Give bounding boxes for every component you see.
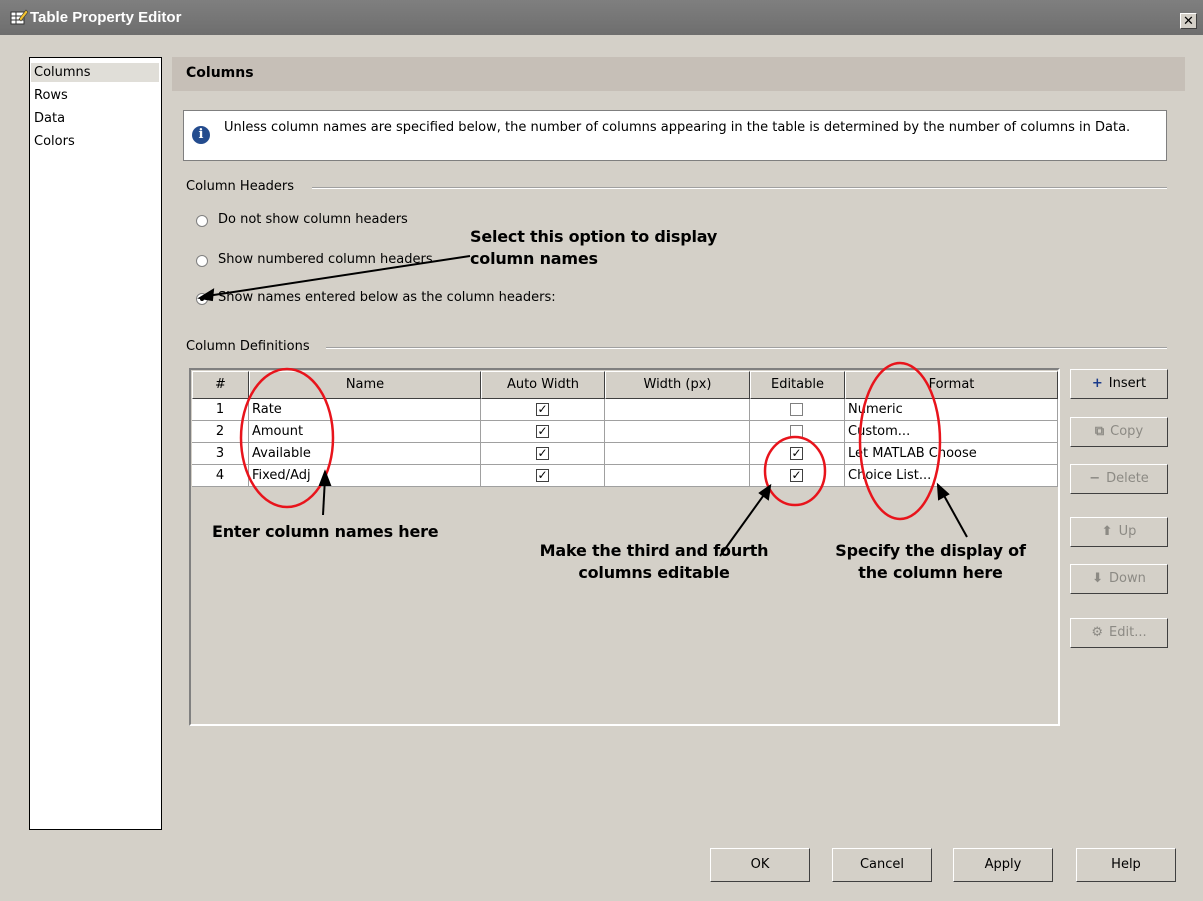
radio-no-headers-label[interactable]: Do not show column headers bbox=[218, 212, 408, 227]
info-text: Unless column names are specified below,… bbox=[224, 120, 1131, 135]
col-header-width[interactable]: Width (px) bbox=[605, 371, 750, 399]
nav-item-columns[interactable]: Columns bbox=[31, 63, 159, 82]
ok-button[interactable]: OK bbox=[710, 848, 810, 882]
app-icon bbox=[10, 9, 28, 25]
divider bbox=[312, 187, 1167, 189]
nav-item-rows[interactable]: Rows bbox=[34, 86, 68, 105]
cell-format[interactable]: Custom... bbox=[845, 421, 1058, 443]
checkbox-auto-width[interactable]: ✓ bbox=[536, 425, 549, 438]
col-header-format[interactable]: Format bbox=[845, 371, 1058, 399]
cell-auto-width[interactable]: ✓ bbox=[481, 399, 605, 421]
info-icon: i bbox=[192, 126, 210, 144]
radio-named-headers-label[interactable]: Show names entered below as the column h… bbox=[218, 290, 556, 305]
checkbox-auto-width[interactable]: ✓ bbox=[536, 469, 549, 482]
up-button[interactable]: ⬆ Up bbox=[1070, 517, 1168, 547]
annotation-enter-names: Enter column names here bbox=[212, 522, 439, 541]
cell-name[interactable]: Available bbox=[249, 443, 481, 465]
annotation-line: Select this option to display bbox=[470, 227, 718, 246]
arrow-down-icon: ⬇ bbox=[1092, 571, 1104, 586]
arrow-up-icon: ⬆ bbox=[1101, 524, 1113, 539]
nav-list: Columns Rows Data Colors bbox=[29, 57, 162, 830]
column-definitions-label: Column Definitions bbox=[186, 339, 310, 354]
checkbox-auto-width[interactable]: ✓ bbox=[536, 447, 549, 460]
close-button[interactable]: ✕ bbox=[1180, 13, 1197, 29]
annotation-format: Specify the display of the column here bbox=[823, 540, 1038, 584]
cell-width[interactable] bbox=[605, 421, 750, 443]
section-title: Columns bbox=[186, 65, 254, 81]
cell-num: 3 bbox=[192, 443, 249, 465]
title-bar: Table Property Editor ✕ bbox=[0, 0, 1203, 35]
nav-item-data[interactable]: Data bbox=[34, 109, 65, 128]
cell-name[interactable]: Rate bbox=[249, 399, 481, 421]
copy-icon: ⧉ bbox=[1094, 424, 1105, 439]
cell-name[interactable]: Amount bbox=[249, 421, 481, 443]
cell-editable[interactable] bbox=[750, 399, 845, 421]
checkbox-editable[interactable] bbox=[790, 403, 803, 416]
annotation-select-option: Select this option to display column name… bbox=[470, 226, 717, 270]
down-button[interactable]: ⬇ Down bbox=[1070, 564, 1168, 594]
checkbox-auto-width[interactable]: ✓ bbox=[536, 403, 549, 416]
col-header-editable[interactable]: Editable bbox=[750, 371, 845, 399]
cell-format[interactable]: Choice List... bbox=[845, 465, 1058, 487]
column-headers-label: Column Headers bbox=[186, 179, 295, 194]
copy-label: Copy bbox=[1110, 424, 1144, 439]
radio-no-headers[interactable] bbox=[196, 215, 208, 227]
copy-button[interactable]: ⧉ Copy bbox=[1070, 417, 1168, 447]
cell-num: 4 bbox=[192, 465, 249, 487]
checkbox-editable[interactable]: ✓ bbox=[790, 447, 803, 460]
nav-item-colors[interactable]: Colors bbox=[34, 132, 75, 151]
checkbox-editable[interactable]: ✓ bbox=[790, 469, 803, 482]
cell-format[interactable]: Numeric bbox=[845, 399, 1058, 421]
edit-label: Edit... bbox=[1109, 625, 1147, 640]
cell-auto-width[interactable]: ✓ bbox=[481, 443, 605, 465]
annotation-line: column names bbox=[470, 249, 598, 268]
cell-width[interactable] bbox=[605, 399, 750, 421]
radio-named-headers[interactable] bbox=[196, 293, 208, 305]
cell-num: 1 bbox=[192, 399, 249, 421]
col-header-name[interactable]: Name bbox=[249, 371, 481, 399]
apply-button[interactable]: Apply bbox=[953, 848, 1053, 882]
cell-num: 2 bbox=[192, 421, 249, 443]
insert-label: Insert bbox=[1108, 376, 1147, 391]
cell-editable[interactable]: ✓ bbox=[750, 443, 845, 465]
annotation-line: Specify the display of bbox=[835, 541, 1026, 560]
edit-button[interactable]: ⚙ Edit... bbox=[1070, 618, 1168, 648]
radio-numbered-headers-label[interactable]: Show numbered column headers bbox=[218, 252, 433, 267]
section-header: Columns bbox=[172, 57, 1185, 91]
plus-icon: + bbox=[1091, 376, 1103, 391]
checkbox-editable[interactable] bbox=[790, 425, 803, 438]
delete-label: Delete bbox=[1106, 471, 1149, 486]
cell-auto-width[interactable]: ✓ bbox=[481, 465, 605, 487]
cell-width[interactable] bbox=[605, 465, 750, 487]
info-box: i Unless column names are specified belo… bbox=[183, 110, 1167, 161]
minus-icon: − bbox=[1089, 471, 1101, 486]
radio-numbered-headers[interactable] bbox=[196, 255, 208, 267]
window-title: Table Property Editor bbox=[30, 9, 182, 26]
insert-button[interactable]: + Insert bbox=[1070, 369, 1168, 399]
help-button[interactable]: Help bbox=[1076, 848, 1176, 882]
cell-name[interactable]: Fixed/Adj bbox=[249, 465, 481, 487]
annotation-line: columns editable bbox=[578, 563, 730, 582]
down-label: Down bbox=[1109, 571, 1146, 586]
col-header-auto-width[interactable]: Auto Width bbox=[481, 371, 605, 399]
cell-auto-width[interactable]: ✓ bbox=[481, 421, 605, 443]
col-header-num[interactable]: # bbox=[192, 371, 249, 399]
annotation-line: the column here bbox=[858, 563, 1003, 582]
cell-editable[interactable]: ✓ bbox=[750, 465, 845, 487]
delete-button[interactable]: − Delete bbox=[1070, 464, 1168, 494]
cancel-button[interactable]: Cancel bbox=[832, 848, 932, 882]
annotation-editable: Make the third and fourth columns editabl… bbox=[539, 540, 769, 584]
cell-width[interactable] bbox=[605, 443, 750, 465]
gear-icon: ⚙ bbox=[1091, 625, 1104, 640]
cell-format[interactable]: Let MATLAB Choose bbox=[845, 443, 1058, 465]
divider bbox=[326, 347, 1167, 349]
annotation-line: Make the third and fourth bbox=[539, 541, 769, 560]
up-label: Up bbox=[1118, 524, 1137, 539]
cell-editable[interactable] bbox=[750, 421, 845, 443]
